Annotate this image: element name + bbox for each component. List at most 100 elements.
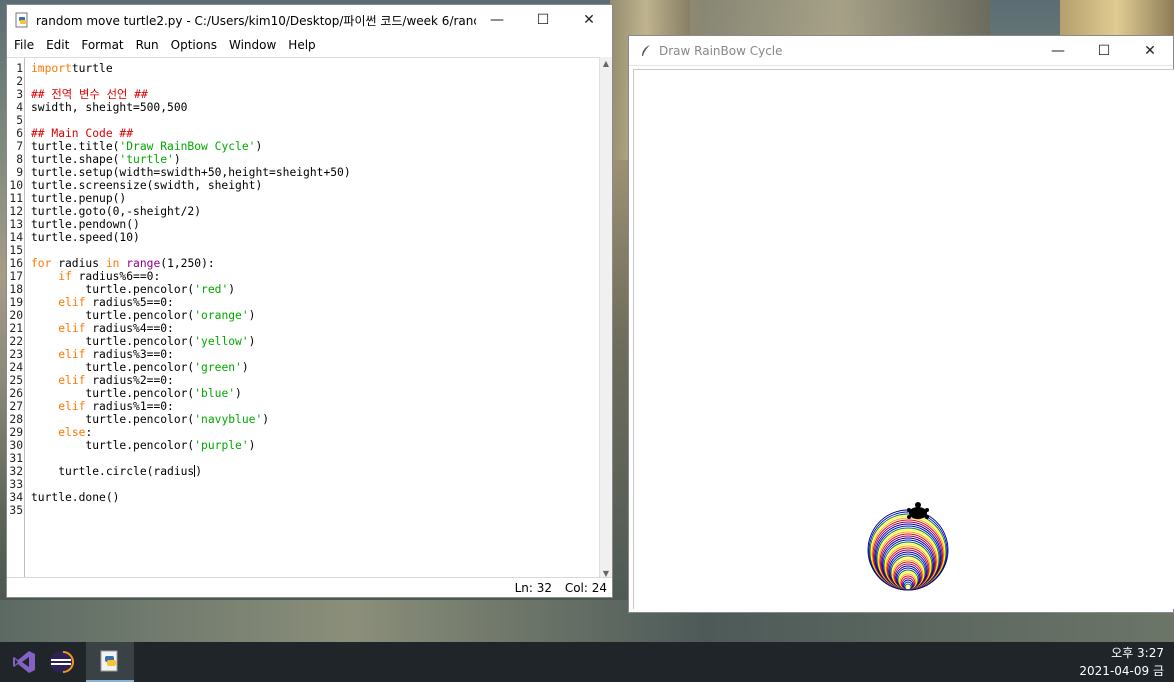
code-line[interactable]: 16 for radius in range(1,250): <box>7 257 612 270</box>
python-idle-icon <box>100 650 118 672</box>
code-line[interactable]: 11 turtle.penup() <box>7 192 612 205</box>
code-text: turtle.setup(width=swidth+50,height=shei… <box>31 166 351 179</box>
code-line[interactable]: 33 <box>7 478 612 491</box>
line-number: 29 <box>9 426 23 439</box>
minimize-button[interactable]: — <box>474 5 520 35</box>
menu-options[interactable]: Options <box>165 38 223 52</box>
code-line[interactable]: 6 ## Main Code ## <box>7 127 612 140</box>
turtle-canvas[interactable] <box>633 69 1174 609</box>
scroll-up-icon[interactable]: ▲ <box>600 57 612 70</box>
line-number: 34 <box>9 491 23 504</box>
code-text: turtle.screensize(swidth, sheight) <box>31 179 263 192</box>
turtle-icon <box>907 502 929 519</box>
line-number: 13 <box>9 218 23 231</box>
code-line[interactable]: 24 turtle.pencolor('green') <box>7 361 612 374</box>
code-line[interactable]: 27 elif radius%1==0: <box>7 400 612 413</box>
close-button[interactable]: ✕ <box>566 5 612 35</box>
minimize-icon: — <box>1051 43 1065 59</box>
menu-window[interactable]: Window <box>223 38 282 52</box>
code-line[interactable]: 25 elif radius%2==0: <box>7 374 612 387</box>
code-line[interactable]: 12 turtle.goto(0,-sheight/2) <box>7 205 612 218</box>
line-number: 3 <box>16 88 23 101</box>
line-number: 5 <box>16 114 23 127</box>
code-text: elif radius%3==0: <box>58 348 174 361</box>
idle-editor-window: random move turtle2.py - C:/Users/kim10/… <box>6 4 613 598</box>
code-line[interactable]: 17 if radius%6==0: <box>7 270 612 283</box>
desktop-wallpaper-tower-right <box>1060 0 1174 40</box>
code-text: swidth, sheight=500,500 <box>31 101 188 114</box>
system-clock[interactable]: 오후 3:27 2021-04-09 금 <box>1079 644 1164 680</box>
code-line[interactable]: 22 turtle.pencolor('yellow') <box>7 335 612 348</box>
menu-bar: File Edit Format Run Options Window Help <box>7 35 612 55</box>
idle-titlebar[interactable]: random move turtle2.py - C:/Users/kim10/… <box>7 5 612 35</box>
line-number: 16 <box>9 257 23 270</box>
code-line[interactable]: 1 importturtle <box>7 62 612 75</box>
code-line[interactable]: 14 turtle.speed(10) <box>7 231 612 244</box>
status-bar: Ln: 32 Col: 24 <box>7 577 612 597</box>
maximize-button[interactable]: ☐ <box>520 5 566 35</box>
taskbar-eclipse[interactable] <box>37 642 85 682</box>
line-number: 8 <box>16 153 23 166</box>
code-line[interactable]: 3 ## 전역 변수 선언 ## <box>7 88 612 101</box>
turtle-titlebar[interactable]: Draw RainBow Cycle — ☐ ✕ <box>629 36 1173 66</box>
line-number: 2 <box>16 75 23 88</box>
code-line[interactable]: 29 else: <box>7 426 612 439</box>
turtle-minimize-button[interactable]: — <box>1035 36 1081 66</box>
line-number: 20 <box>9 309 23 322</box>
code-line[interactable]: 13 turtle.pendown() <box>7 218 612 231</box>
code-text: turtle.done() <box>31 491 120 504</box>
code-line[interactable]: 9 turtle.setup(width=swidth+50,height=she… <box>7 166 612 179</box>
line-number: 23 <box>9 348 23 361</box>
rainbow-ring <box>870 515 946 591</box>
code-editor[interactable]: 1 importturtle 2 3 ## 전역 변수 선언 ## 4 swidth, sh… <box>7 57 612 581</box>
close-icon: ✕ <box>1144 43 1156 59</box>
line-number: 35 <box>9 504 23 517</box>
code-text: if radius%6==0: <box>58 270 161 283</box>
line-number: 4 <box>16 101 23 114</box>
code-line[interactable]: 7 turtle.title('Draw RainBow Cycle') <box>7 140 612 153</box>
code-line[interactable]: 21 elif radius%4==0: <box>7 322 612 335</box>
menu-file[interactable]: File <box>8 38 40 52</box>
line-number: 6 <box>16 127 23 140</box>
code-line[interactable]: 31 <box>7 452 612 465</box>
turtle-graphics-window: Draw RainBow Cycle — ☐ ✕ <box>628 35 1174 613</box>
code-line[interactable]: 30 turtle.pencolor('purple') <box>7 439 612 452</box>
line-number: 12 <box>9 205 23 218</box>
code-line[interactable]: 8 turtle.shape('turtle') <box>7 153 612 166</box>
line-number: 26 <box>9 387 23 400</box>
code-line[interactable]: 5 <box>7 114 612 127</box>
menu-format[interactable]: Format <box>75 38 129 52</box>
code-line[interactable]: 10 turtle.screensize(swidth, sheight) <box>7 179 612 192</box>
line-number: 1 <box>16 62 23 75</box>
code-line[interactable]: 32 turtle.circle(radius) <box>7 465 612 478</box>
menu-help[interactable]: Help <box>282 38 321 52</box>
code-line[interactable]: 20 turtle.pencolor('orange') <box>7 309 612 322</box>
vertical-scrollbar[interactable]: ▲ ▼ <box>599 57 612 580</box>
code-line[interactable]: 23 elif radius%3==0: <box>7 348 612 361</box>
clock-time: 오후 3:27 <box>1111 646 1164 660</box>
code-line[interactable]: 2 <box>7 75 612 88</box>
taskbar-python-idle[interactable] <box>86 642 134 682</box>
code-text: turtle.goto(0,-sheight/2) <box>31 205 202 218</box>
turtle-close-button[interactable]: ✕ <box>1127 36 1173 66</box>
code-line[interactable]: 34 turtle.done() <box>7 491 612 504</box>
code-line[interactable]: 18 turtle.pencolor('red') <box>7 283 612 296</box>
line-number: 10 <box>9 179 23 192</box>
code-text: ## Main Code ## <box>31 127 134 140</box>
code-line[interactable]: 4 swidth, sheight=500,500 <box>7 101 612 114</box>
line-number: 21 <box>9 322 23 335</box>
taskbar: 오후 3:27 2021-04-09 금 <box>0 642 1174 682</box>
line-number: 15 <box>9 244 23 257</box>
turtle-maximize-button[interactable]: ☐ <box>1081 36 1127 66</box>
code-line[interactable]: 26 turtle.pencolor('blue') <box>7 387 612 400</box>
maximize-icon: ☐ <box>536 12 550 28</box>
menu-edit[interactable]: Edit <box>40 38 75 52</box>
code-line[interactable]: 15 <box>7 244 612 257</box>
code-text: turtle.pendown() <box>31 218 140 231</box>
code-line[interactable]: 35 <box>7 504 612 517</box>
line-number: 18 <box>9 283 23 296</box>
code-line[interactable]: 28 turtle.pencolor('navyblue') <box>7 413 612 426</box>
cursor-column: Col: 24 <box>564 581 607 595</box>
code-line[interactable]: 19 elif radius%5==0: <box>7 296 612 309</box>
menu-run[interactable]: Run <box>130 38 165 52</box>
